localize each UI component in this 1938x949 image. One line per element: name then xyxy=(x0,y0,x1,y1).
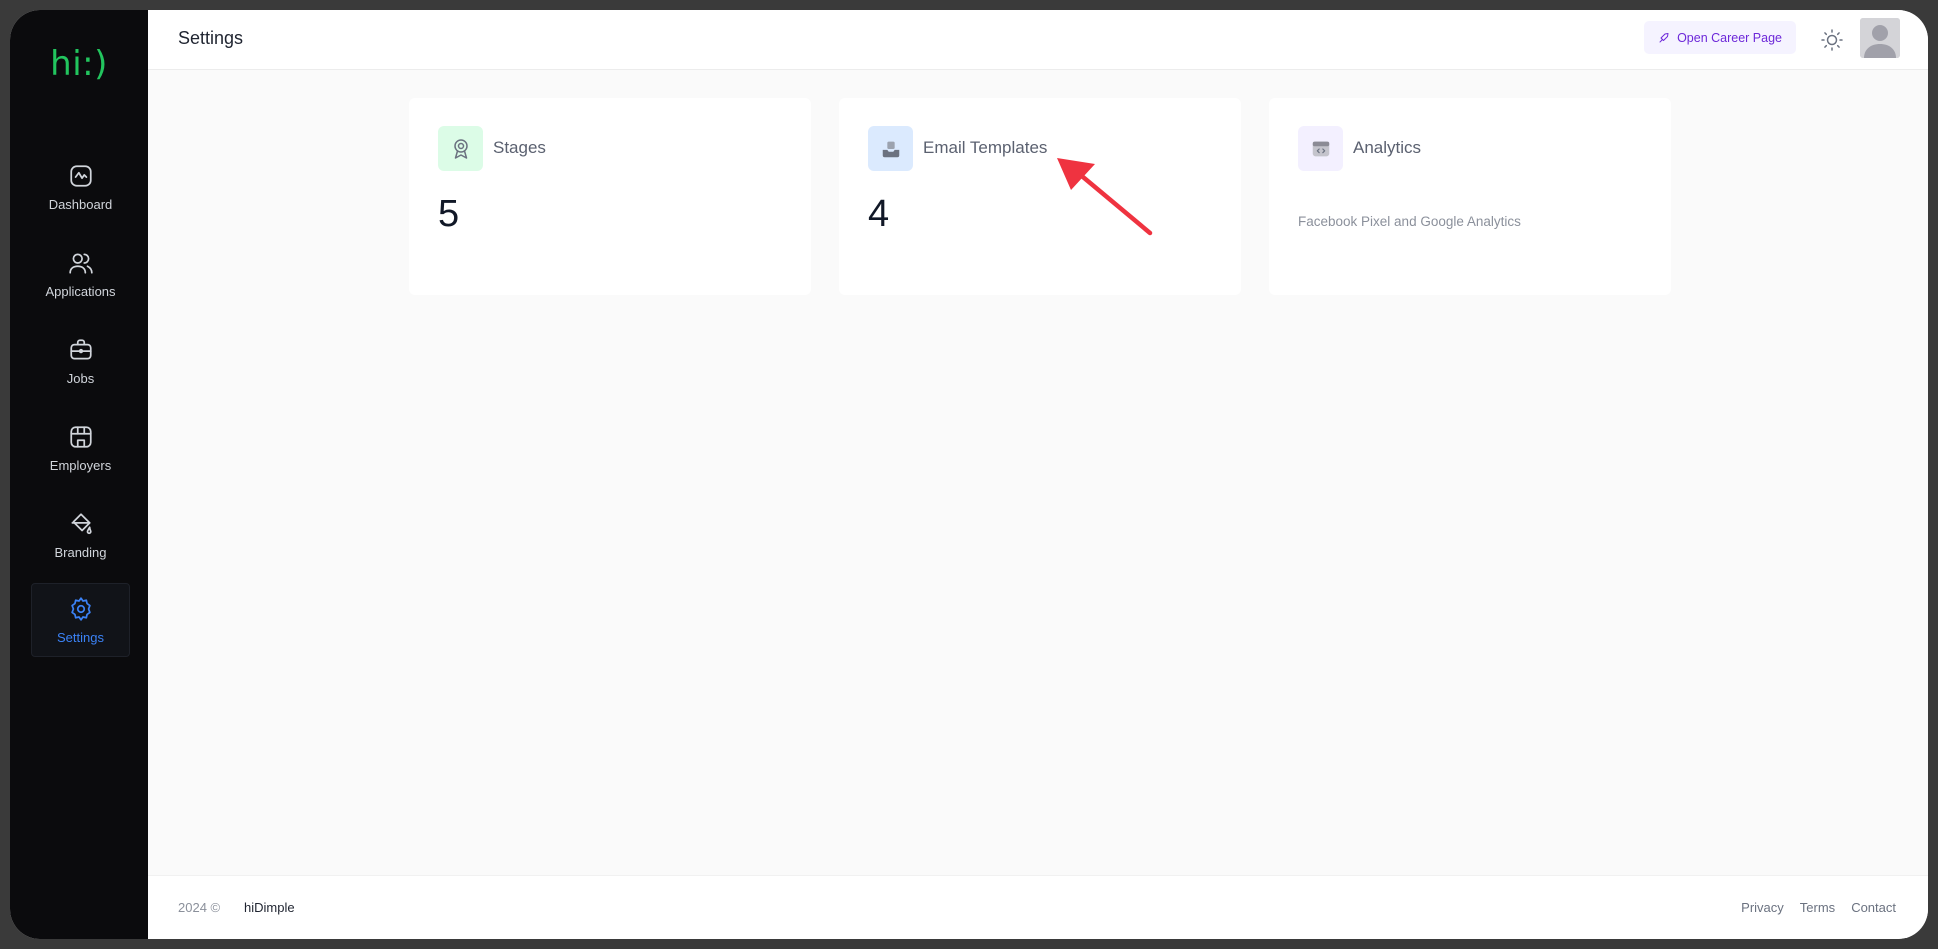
footer: 2024 © hiDimple Privacy Terms Contact xyxy=(148,875,1928,939)
sidebar-item-employers[interactable]: Employers xyxy=(31,411,130,485)
sidebar-item-label: Settings xyxy=(57,629,104,645)
contact-link[interactable]: Contact xyxy=(1851,900,1896,915)
analytics-card[interactable]: Analytics Facebook Pixel and Google Anal… xyxy=(1269,98,1671,295)
career-button-label: Open Career Page xyxy=(1677,30,1782,45)
sidebar: hi:) Dashboard Applications Jobs Employe… xyxy=(10,10,148,939)
store-icon xyxy=(69,425,92,448)
user-avatar-icon xyxy=(1860,18,1900,58)
sidebar-item-jobs[interactable]: Jobs xyxy=(31,324,130,398)
card-count: 5 xyxy=(438,193,460,235)
sidebar-item-label: Applications xyxy=(45,283,116,299)
page-title: Settings xyxy=(178,28,244,48)
card-title: Stages xyxy=(493,138,546,157)
app-window: hi:) Dashboard Applications Jobs Employe… xyxy=(10,10,1928,939)
top-bar: Settings Open Career Page xyxy=(148,10,1928,70)
terms-link[interactable]: Terms xyxy=(1800,900,1835,915)
privacy-link[interactable]: Privacy xyxy=(1741,900,1784,915)
stages-card[interactable]: Stages 5 xyxy=(409,98,811,295)
users-icon xyxy=(68,252,93,274)
card-title: Email Templates xyxy=(923,138,1048,157)
activity-icon xyxy=(69,164,92,187)
inbox-icon xyxy=(882,141,899,157)
theme-toggle-button[interactable] xyxy=(1820,28,1844,52)
card-icon-box xyxy=(1298,126,1343,171)
paint-bucket-icon xyxy=(70,512,92,534)
copyright-text: 2024 © xyxy=(178,900,221,915)
card-icon-box xyxy=(868,126,913,171)
sidebar-item-label: Branding xyxy=(54,544,107,560)
avatar[interactable] xyxy=(1860,18,1900,58)
footer-links: Privacy Terms Contact xyxy=(1741,900,1896,915)
sidebar-item-label: Dashboard xyxy=(48,196,113,212)
sidebar-item-label: Jobs xyxy=(66,370,95,386)
sidebar-item-dashboard[interactable]: Dashboard xyxy=(31,150,130,224)
code-window-icon xyxy=(1312,141,1329,156)
sidebar-item-applications[interactable]: Applications xyxy=(31,237,130,311)
award-icon xyxy=(453,138,468,159)
briefcase-icon xyxy=(69,338,92,360)
card-icon-box xyxy=(438,126,483,171)
sidebar-item-branding[interactable]: Branding xyxy=(31,498,130,572)
email-templates-card[interactable]: Email Templates 4 xyxy=(839,98,1241,295)
rocket-icon xyxy=(1659,32,1669,42)
app-logo[interactable]: hi:) xyxy=(10,44,148,84)
card-count: 4 xyxy=(868,193,890,235)
open-career-page-button[interactable]: Open Career Page xyxy=(1644,21,1796,54)
sidebar-item-label: Employers xyxy=(49,457,112,473)
gear-icon xyxy=(70,596,91,621)
sidebar-item-settings[interactable]: Settings xyxy=(31,583,130,657)
footer-brand: hiDimple xyxy=(244,900,295,915)
sun-icon xyxy=(1821,29,1843,51)
annotation-arrow xyxy=(1057,158,1153,236)
card-title: Analytics xyxy=(1353,138,1422,157)
card-description: Facebook Pixel and Google Analytics xyxy=(1298,214,1521,229)
